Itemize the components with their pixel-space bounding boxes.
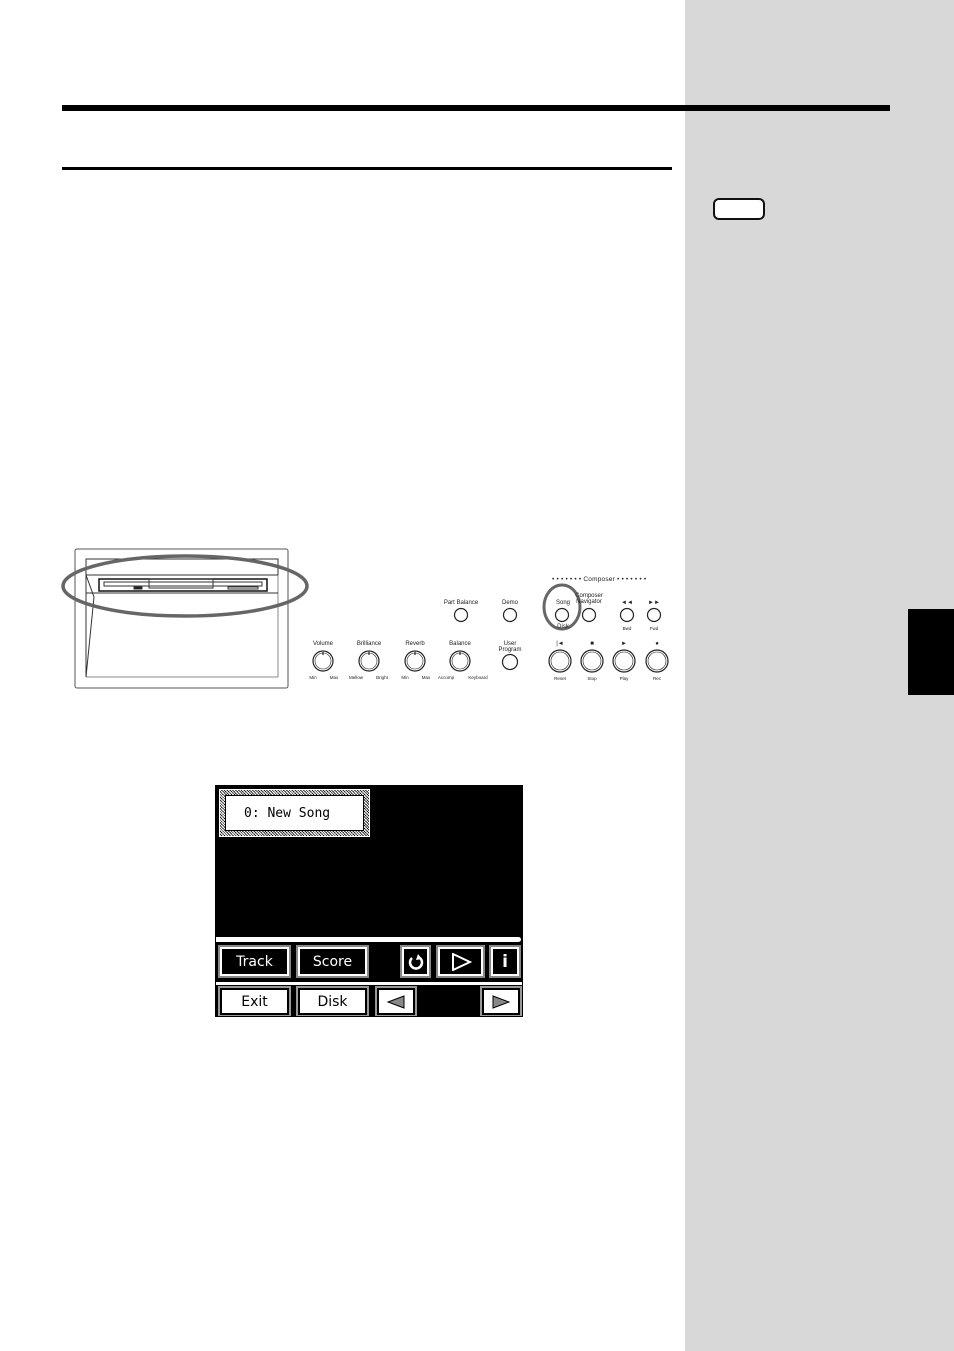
disk-drive-unit [74,548,289,689]
section-rule [62,167,672,170]
fwd-button[interactable] [646,607,662,623]
reverb-label: Reverb [405,641,425,647]
panel-illustration: • • • • • • • Composer • • • • • • • Par… [60,545,675,695]
reset-label: Reset [554,676,566,681]
loop-button[interactable] [400,945,431,978]
volume-label: Volume [312,641,334,647]
stop-button[interactable] [580,649,604,673]
part-balance-label: Part Balance [443,600,479,606]
rec-button[interactable] [645,649,669,673]
balance-knob[interactable] [449,650,471,672]
song-name-display[interactable]: 0: New Song [225,795,364,831]
play-label: Play [619,676,629,681]
lcd-divider [216,937,521,942]
reverb-knob[interactable] [404,650,426,672]
page-prev-button[interactable] [375,986,417,1016]
chapter-tab [908,609,954,695]
balance-min-label: Accomp [437,675,455,680]
volume-knob[interactable] [312,650,334,672]
page-next-button[interactable] [480,986,522,1016]
part-balance-button[interactable] [453,607,469,623]
balance-label: Balance [449,641,471,647]
brilliance-min-label: Mellow [348,675,364,680]
reverb-max-label: Max [421,675,431,680]
balance-max-label: Keyboard [468,675,488,680]
volume-min-label: Min [309,675,317,680]
score-button[interactable]: Score [296,945,369,978]
disk-label: Disk [557,624,569,630]
play-button[interactable] [612,649,636,673]
play-symbol: ► [621,641,627,647]
exit-button[interactable]: Exit [218,986,291,1016]
reverb-min-label: Min [401,675,409,680]
brilliance-max-label: Bright [376,675,388,680]
song-label: Song [555,600,571,606]
stop-symbol: ■ [590,641,594,647]
lcd-button-row-1: Track Score i [216,944,522,980]
info-icon: i [502,951,508,972]
composer-navigator-label: Composer Navigator [575,593,603,605]
song-name-frame[interactable]: 0: New Song [219,789,370,837]
track-button[interactable]: Track [218,945,291,978]
play-icon [451,952,472,971]
rec-label: Rec [652,676,662,681]
user-program-label: User Program [498,641,522,653]
info-button[interactable]: i [489,945,521,978]
disk-button[interactable]: Disk [296,986,369,1016]
lcd-screen: 0: New Song Track Score i Exit Disk [215,785,523,1017]
page-right-icon [492,994,511,1009]
brilliance-knob[interactable] [358,650,380,672]
fwd-symbol: ►► [648,600,660,606]
composer-navigator-button[interactable] [581,607,597,623]
reset-button[interactable] [548,649,572,673]
fwd-label: Fwd [649,626,659,631]
song-button[interactable] [554,607,570,623]
loop-icon [408,953,423,970]
bwd-symbol: ◄◄ [621,600,633,606]
page-left-icon [386,994,405,1009]
brilliance-label: Brilliance [356,641,382,647]
panel-drawing [61,548,669,689]
composer-group-label: • • • • • • • Composer • • • • • • • [552,576,647,583]
user-program-button[interactable] [501,653,519,671]
rec-symbol: ● [655,641,659,647]
demo-button[interactable] [502,607,518,623]
bwd-button[interactable] [619,607,635,623]
highlight-circle-song [542,583,582,631]
memo-badge [713,198,765,220]
volume-max-label: Max [329,675,339,680]
chapter-rule [62,105,890,111]
lcd-button-row-2: Exit Disk Page [216,985,522,1016]
play-button-lcd[interactable] [436,945,485,978]
stop-label: Stop [587,676,597,681]
bwd-label: Bwd [622,626,632,631]
demo-label: Demo [501,600,519,606]
reset-symbol: |◄ [556,641,564,647]
